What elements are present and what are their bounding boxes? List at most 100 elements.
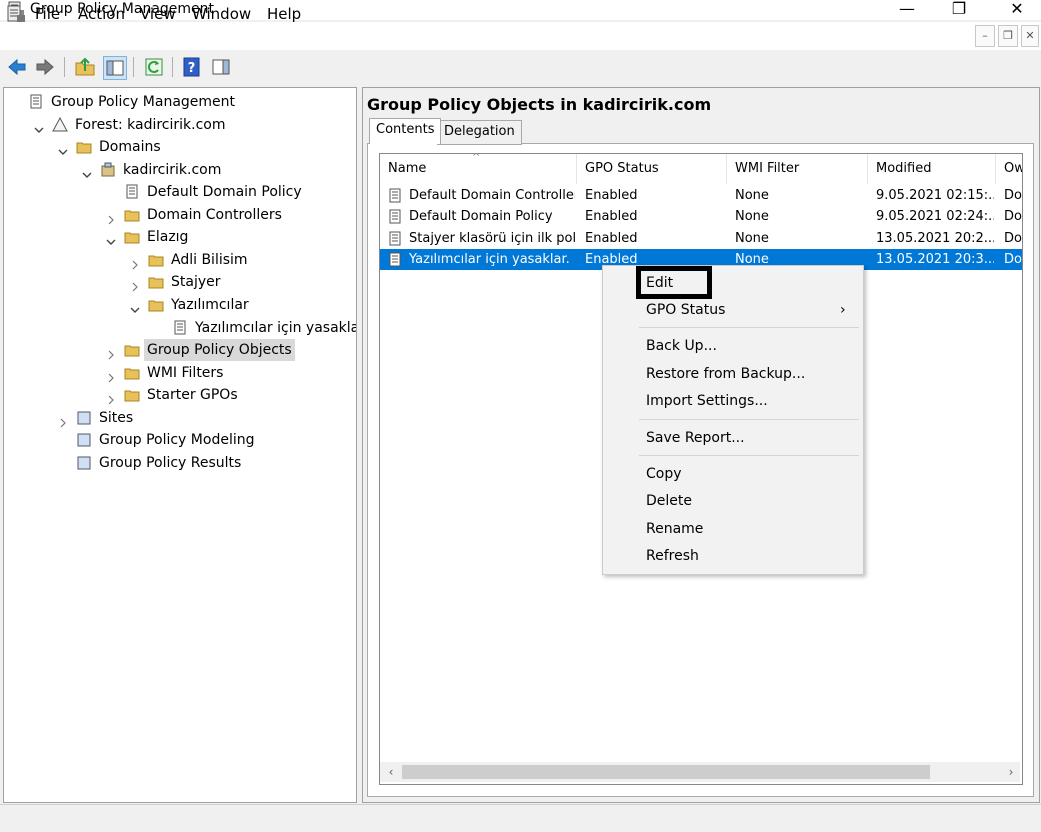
console-tree: Group Policy Management Forest: kadirciri… bbox=[3, 87, 357, 803]
child-minimize-button[interactable]: – bbox=[975, 25, 995, 47]
table-row[interactable]: Default Domain Policy Enabled None 9.05.202… bbox=[380, 206, 1022, 227]
menu-item-label: Copy bbox=[646, 466, 682, 482]
menu-item-label: Back Up... bbox=[646, 338, 717, 354]
tree-item[interactable]: Group Policy Management bbox=[4, 91, 354, 113]
menu-bar bbox=[0, 22, 1041, 50]
submenu-chevron-icon: › bbox=[840, 302, 846, 318]
forward-arrow-icon[interactable] bbox=[34, 56, 56, 78]
menu-item-import-settings[interactable]: Import Settings... bbox=[603, 388, 863, 414]
menu-item-restore-from-backup[interactable]: Restore from Backup... bbox=[603, 361, 863, 387]
tree-expanded-chevron-icon[interactable] bbox=[106, 232, 116, 246]
menu-action[interactable]: Action bbox=[76, 5, 127, 23]
tree-item[interactable]: kadircirik.com bbox=[4, 159, 354, 181]
tree-item[interactable]: Stajyer bbox=[4, 271, 354, 293]
tree-expanded-chevron-icon[interactable] bbox=[34, 120, 44, 133]
tree-item[interactable]: Yazılımcılar için yasaklar. bbox=[4, 317, 357, 339]
column-header-modified[interactable]: Modified bbox=[868, 154, 996, 184]
tab-delegation[interactable]: Delegation bbox=[437, 120, 522, 145]
menu-item-gpo-status[interactable]: GPO Status › bbox=[603, 297, 863, 323]
gpo-link-icon bbox=[124, 184, 140, 200]
minimize-button[interactable]: — bbox=[884, 0, 930, 20]
highlight-box bbox=[636, 266, 712, 299]
back-arrow-icon[interactable] bbox=[6, 56, 28, 78]
menu-separator bbox=[639, 419, 859, 420]
ou-folder-icon bbox=[148, 274, 164, 290]
child-close-button[interactable]: ✕ bbox=[1021, 25, 1039, 47]
tree-collapsed-chevron-icon[interactable] bbox=[106, 345, 116, 360]
cell-modified: 13.05.2021 20:3... bbox=[876, 251, 994, 267]
column-header-wmi-filter[interactable]: WMI Filter bbox=[727, 154, 868, 184]
tree-item[interactable]: Starter GPOs bbox=[4, 384, 354, 406]
console-icon[interactable] bbox=[6, 5, 26, 23]
up-folder-icon[interactable] bbox=[74, 56, 96, 78]
cell-modified: 13.05.2021 20:2... bbox=[876, 230, 994, 246]
scroll-right-icon[interactable]: › bbox=[1002, 763, 1020, 781]
menu-item-label: Save Report... bbox=[646, 430, 745, 446]
tree-expanded-chevron-icon[interactable] bbox=[58, 142, 68, 156]
cell-status: Enabled bbox=[585, 188, 638, 203]
scrollbar-thumb[interactable] bbox=[402, 765, 930, 779]
ou-folder-icon bbox=[124, 207, 140, 223]
tree-collapsed-chevron-icon[interactable] bbox=[58, 413, 68, 428]
menu-item-save-report[interactable]: Save Report... bbox=[603, 425, 863, 451]
menu-file[interactable]: File bbox=[33, 5, 62, 23]
cell-modified: 9.05.2021 02:24:... bbox=[876, 209, 994, 225]
cell-modified: 9.05.2021 02:15:... bbox=[876, 188, 994, 203]
menu-item-back-up[interactable]: Back Up... bbox=[603, 333, 863, 359]
table-row[interactable]: Default Domain Controller... Enabled None 9… bbox=[380, 185, 1022, 206]
tree-collapsed-chevron-icon[interactable] bbox=[106, 210, 116, 225]
tree-collapsed-chevron-icon[interactable] bbox=[130, 255, 140, 270]
menu-item-copy[interactable]: Copy bbox=[603, 461, 863, 487]
menu-view[interactable]: View bbox=[138, 5, 178, 23]
tree-item[interactable]: Domains bbox=[4, 136, 354, 158]
close-button[interactable]: ✕ bbox=[994, 0, 1040, 20]
refresh-icon[interactable] bbox=[143, 56, 165, 78]
tree-item[interactable]: Yazılımcılar bbox=[4, 294, 354, 316]
domains-folder-icon bbox=[76, 139, 92, 155]
menu-item-refresh[interactable]: Refresh bbox=[603, 543, 863, 569]
show-hide-tree-icon[interactable] bbox=[103, 56, 127, 80]
tree-collapsed-chevron-icon[interactable] bbox=[106, 368, 116, 383]
menu-window[interactable]: Window bbox=[190, 5, 253, 23]
menu-separator bbox=[639, 327, 859, 328]
gpo-link-icon bbox=[172, 320, 188, 336]
tree-item-label: Yazılımcılar için yasaklar. bbox=[195, 319, 357, 336]
tree-item[interactable]: Forest: kadircirik.com bbox=[4, 114, 354, 136]
tree-item-label: Forest: kadircirik.com bbox=[75, 116, 226, 133]
tree-item[interactable]: Group Policy Objects bbox=[4, 339, 354, 362]
tree-item[interactable]: Group Policy Results bbox=[4, 452, 354, 474]
tree-item[interactable]: WMI Filters bbox=[4, 362, 354, 384]
show-hide-action-pane-icon[interactable] bbox=[210, 56, 232, 78]
tree-item[interactable]: Group Policy Modeling bbox=[4, 429, 354, 451]
tree-expanded-chevron-icon[interactable] bbox=[82, 165, 92, 178]
toolbar-separator bbox=[64, 57, 65, 77]
tree-item[interactable]: Sites bbox=[4, 407, 354, 429]
child-restore-button[interactable]: ❐ bbox=[998, 25, 1018, 47]
column-header-name[interactable]: Name ^ bbox=[380, 154, 577, 184]
tree-collapsed-chevron-icon[interactable] bbox=[106, 390, 116, 405]
gpo-icon bbox=[387, 252, 403, 268]
tree-item-label: Default Domain Policy bbox=[147, 184, 302, 201]
tree-expanded-chevron-icon[interactable] bbox=[130, 300, 140, 313]
column-header-owner[interactable]: Ow bbox=[996, 154, 1022, 184]
menu-item-label: Import Settings... bbox=[646, 393, 768, 409]
tree-item[interactable]: Domain Controllers bbox=[4, 204, 354, 226]
column-header-label: Name bbox=[388, 161, 427, 176]
tree-item-label: Adli Bilisim bbox=[171, 251, 248, 268]
tree-item[interactable]: Default Domain Policy bbox=[4, 181, 354, 203]
tab-contents[interactable]: Contents bbox=[369, 118, 442, 144]
scroll-left-icon[interactable]: ‹ bbox=[382, 763, 400, 781]
help-icon[interactable]: ? bbox=[181, 56, 203, 78]
tree-item[interactable]: Adli Bilisim bbox=[4, 249, 354, 271]
menu-item-rename[interactable]: Rename bbox=[603, 516, 863, 542]
column-header-gpo-status[interactable]: GPO Status bbox=[577, 154, 727, 184]
menu-item-label: Refresh bbox=[646, 548, 699, 564]
tree-item-label: Domain Controllers bbox=[147, 206, 282, 223]
gpo-icon bbox=[387, 209, 403, 225]
table-row[interactable]: Stajyer klasörü için ilk poli... Enabled N… bbox=[380, 228, 1022, 249]
tree-item[interactable]: Elazıg bbox=[4, 226, 354, 248]
tree-collapsed-chevron-icon[interactable] bbox=[130, 277, 140, 292]
menu-help[interactable]: Help bbox=[265, 5, 303, 23]
maximize-button[interactable]: ❐ bbox=[936, 0, 982, 20]
menu-item-delete[interactable]: Delete bbox=[603, 488, 863, 514]
